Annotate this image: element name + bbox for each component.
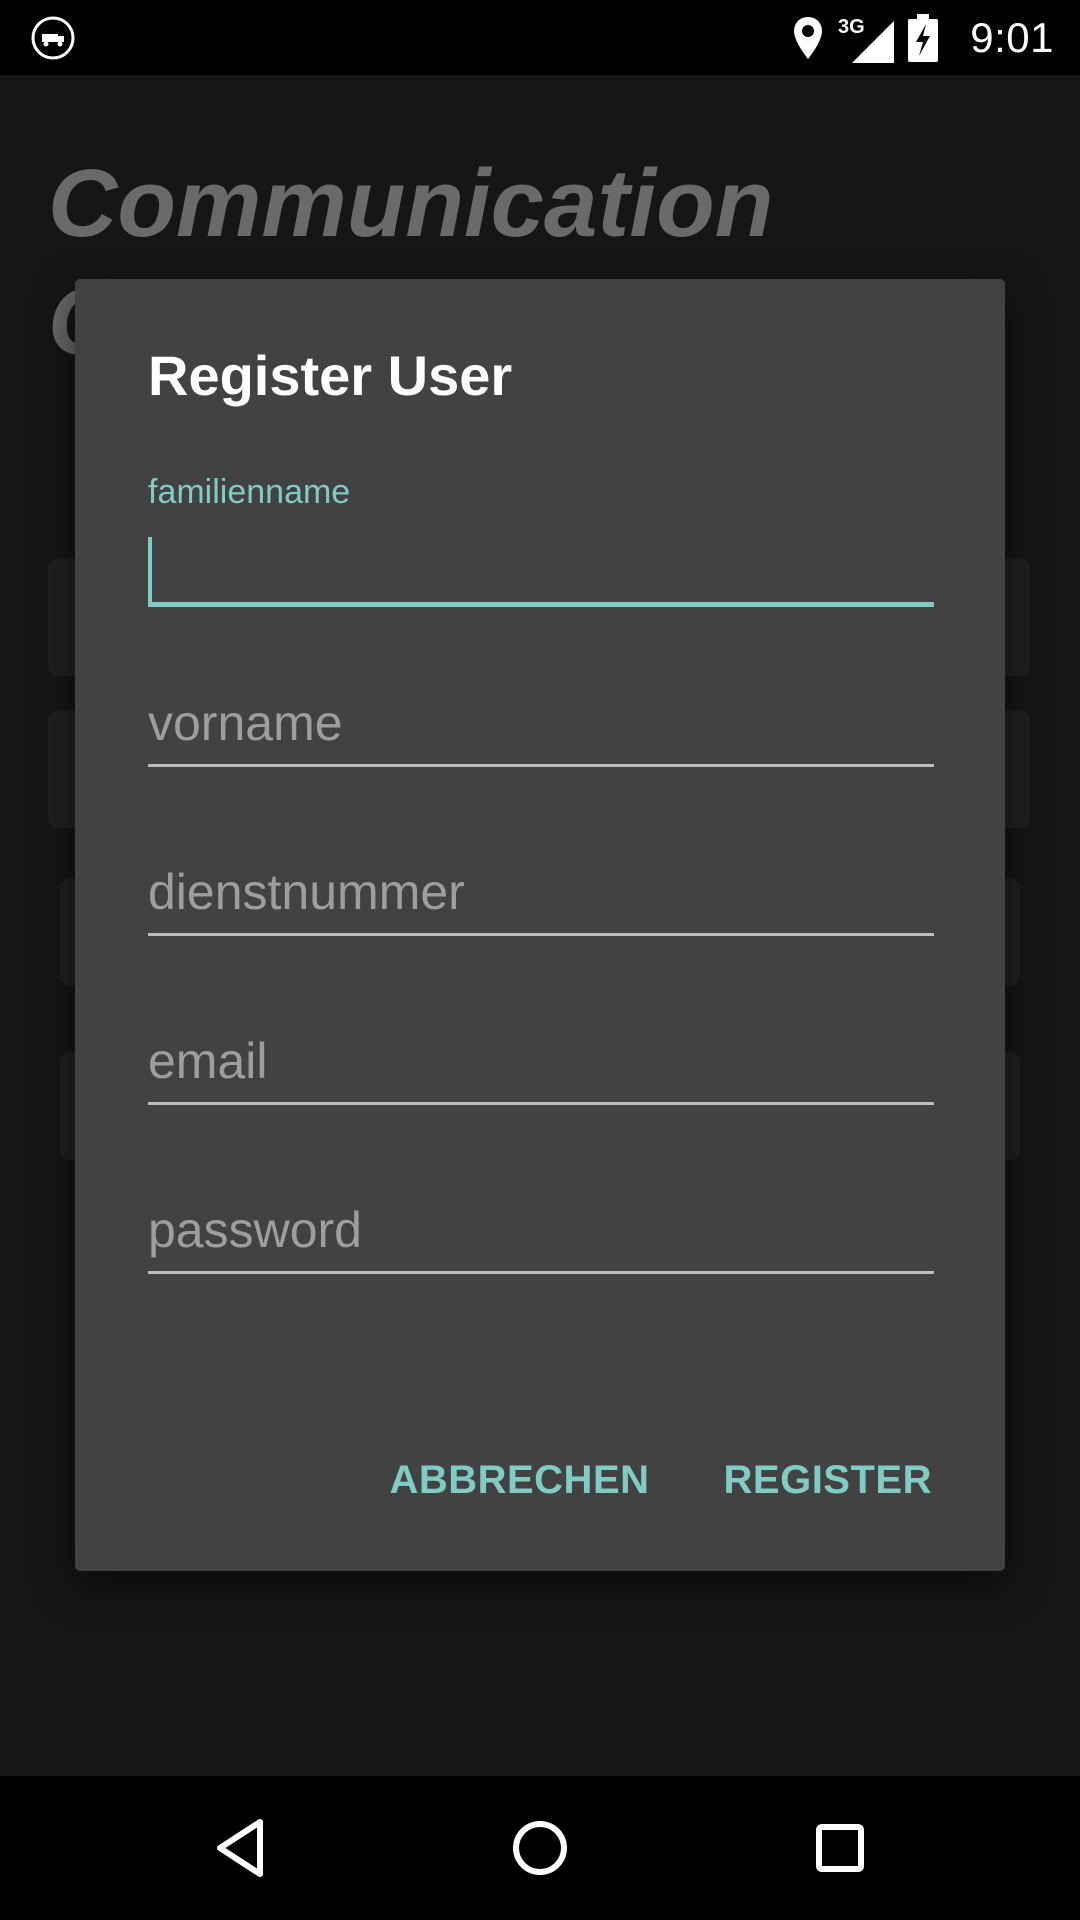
status-bar: 3G 9:01 (0, 0, 1080, 75)
dialog-actions: ABBRECHEN REGISTER (389, 1458, 932, 1503)
password-field-wrapper (148, 1194, 934, 1274)
home-icon (513, 1821, 567, 1875)
back-button[interactable] (192, 1800, 288, 1896)
dialog-title: Register User (148, 344, 513, 407)
vorname-input[interactable] (148, 687, 934, 767)
register-user-dialog: Register User familienname ABBRECHEN REG… (75, 279, 1005, 1571)
dienstnummer-field-wrapper (148, 856, 934, 936)
signal-icon: 3G (838, 16, 895, 63)
home-button[interactable] (492, 1800, 588, 1896)
dienstnummer-input[interactable] (148, 856, 934, 936)
email-input[interactable] (148, 1025, 934, 1105)
familienname-label: familienname (148, 473, 351, 511)
back-icon (217, 1819, 263, 1877)
recents-icon (816, 1824, 864, 1872)
email-field-wrapper (148, 1025, 934, 1105)
recents-button[interactable] (792, 1800, 888, 1896)
familienname-field-wrapper (148, 527, 934, 607)
navigation-bar (0, 1776, 1080, 1920)
password-input[interactable] (148, 1194, 934, 1274)
text-cursor (148, 537, 152, 607)
network-type-label: 3G (838, 16, 865, 38)
cancel-button[interactable]: ABBRECHEN (389, 1458, 649, 1503)
vorname-field-wrapper (148, 687, 934, 767)
app-notification-icon (31, 16, 75, 60)
status-time: 9:01 (970, 13, 1054, 61)
register-button[interactable]: REGISTER (724, 1458, 932, 1503)
location-pin-icon (794, 16, 823, 59)
battery-charging-icon (908, 13, 939, 62)
familienname-input[interactable] (148, 527, 934, 607)
status-icons: 3G 9:01 (792, 0, 1054, 75)
